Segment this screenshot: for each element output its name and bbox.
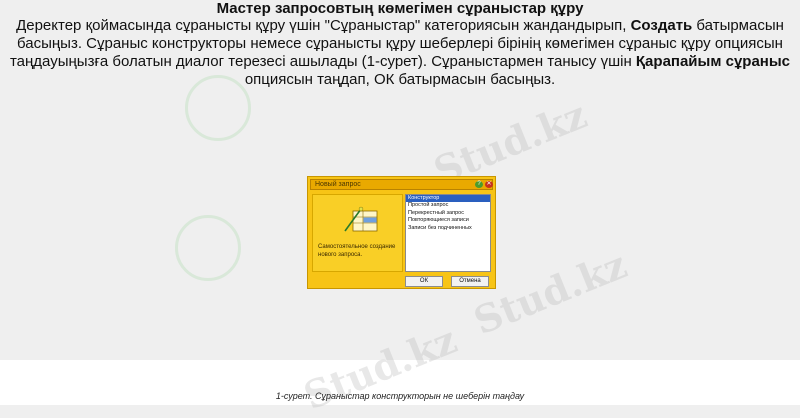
paragraph-bold-create: Создать (630, 17, 693, 34)
page-heading: Мастер запросовтың көмегімен сұраныстар … (216, 0, 584, 17)
close-icon[interactable]: ✕ (485, 181, 493, 188)
new-query-dialog: Новый запрос ? ✕ Самостоятельное создани… (307, 176, 496, 289)
list-item[interactable]: Простой запрос (406, 202, 490, 209)
body-paragraph: Деректер қоймасында сұранысты құру үшін … (2, 17, 798, 89)
paragraph-text: Деректер қоймасында сұранысты құру үшін … (16, 17, 631, 34)
dialog-description: Самостоятельное создание нового запроса. (318, 244, 396, 258)
cancel-button[interactable]: Отмена (451, 276, 489, 287)
dialog-title: Новый запрос (315, 181, 361, 188)
paragraph-bold-simple-query: Қарапайым сұраныс (635, 53, 791, 70)
list-item[interactable]: Повторяющиеся записи (406, 217, 490, 224)
query-wizard-icon (344, 206, 378, 232)
paragraph-text: опциясын таңдап, ОК батырмасын басыңыз. (244, 71, 556, 88)
query-type-list[interactable]: Конструктор Простой запрос Перекрестный за… (405, 194, 491, 272)
preview-panel: Самостоятельное создание нового запроса. (312, 194, 403, 272)
list-item[interactable]: Перекрестный запрос (406, 210, 490, 217)
list-item[interactable]: Записи без подчиненных (406, 225, 490, 232)
ok-button[interactable]: ОК (405, 276, 443, 287)
dialog-titlebar[interactable]: Новый запрос ? ✕ (310, 179, 493, 190)
figure-caption: 1-сурет. Сұраныстар конструкторын не шеб… (275, 391, 525, 401)
help-icon[interactable]: ? (475, 181, 483, 188)
